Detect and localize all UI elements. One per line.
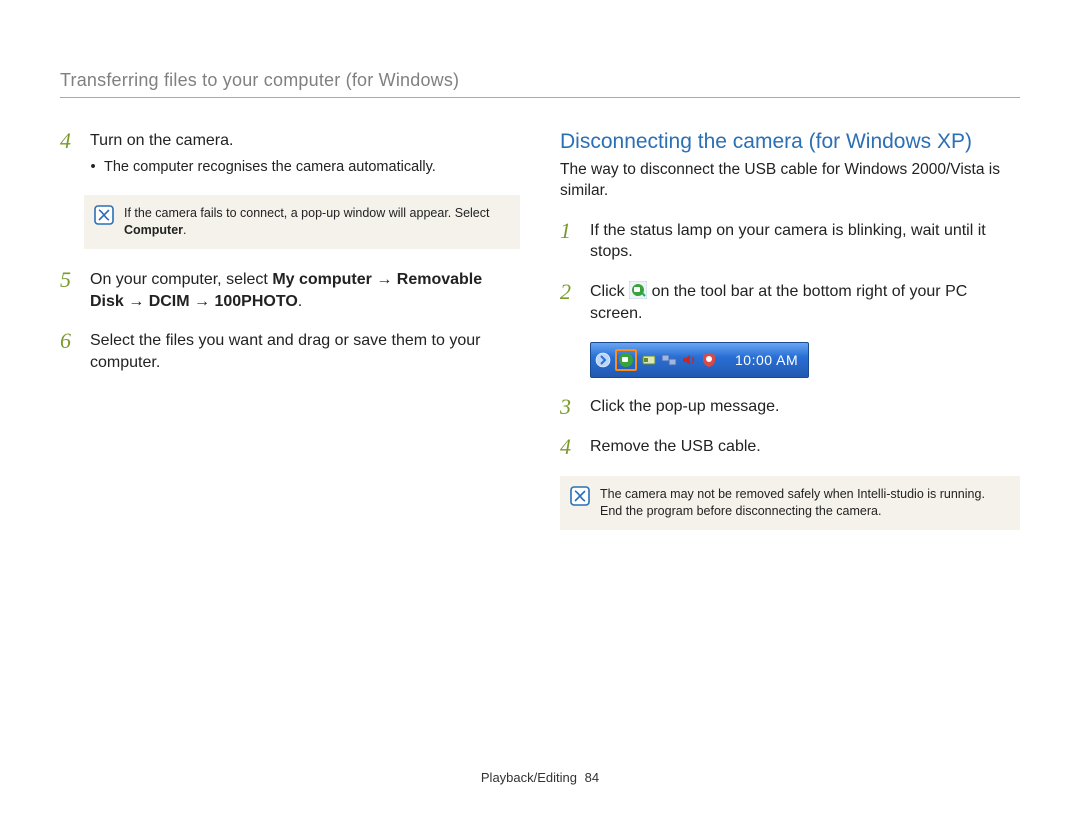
header-rule [60, 97, 1020, 98]
chevron-icon [595, 352, 611, 368]
step-body: If the status lamp on your camera is bli… [590, 220, 1020, 263]
network-tray-icon [661, 352, 677, 368]
taskbar-illustration: 10:00 AM [590, 342, 1020, 378]
step-text: If the status lamp on your camera is bli… [590, 222, 986, 261]
step-number: 5 [60, 269, 78, 312]
step-body: Select the files you want and drag or sa… [90, 330, 520, 373]
bullet-text: The computer recognises the camera autom… [104, 158, 436, 178]
bullet-item: • The computer recognises the camera aut… [90, 158, 436, 178]
step-text: Click the pop-up message. [590, 398, 779, 415]
note-box: The camera may not be removed safely whe… [560, 476, 1020, 530]
volume-tray-icon [681, 352, 697, 368]
note-line: If the camera fails to connect, a pop-up… [124, 206, 489, 220]
step-text: Turn on the camera. [90, 132, 233, 149]
note-icon [570, 486, 590, 506]
step-body: Remove the USB cable. [590, 436, 761, 458]
step-4: 4 Turn on the camera. • The computer rec… [60, 130, 520, 177]
left-column: 4 Turn on the camera. • The computer rec… [60, 130, 520, 550]
step-lead: On your computer, select [90, 271, 272, 288]
step-number: 6 [60, 330, 78, 373]
taskbar-clock: 10:00 AM [735, 352, 798, 368]
step-3: 3 Click the pop-up message. [560, 396, 1020, 418]
step-tail: . [298, 293, 302, 310]
safely-remove-tray-icon [618, 352, 634, 368]
step-tail: on the tool bar at the bottom right of y… [590, 283, 967, 322]
page-footer: Playback/Editing 84 [0, 770, 1080, 785]
step-number: 2 [560, 281, 578, 324]
tray-highlight [615, 349, 637, 371]
note-text: The camera may not be removed safely whe… [600, 486, 1006, 520]
step-body: Click on the tool bar at the bottom righ… [590, 281, 1020, 324]
taskbar: 10:00 AM [590, 342, 809, 378]
step-body: On your computer, select My computer → R… [90, 269, 520, 312]
footer-page-number: 84 [585, 770, 599, 785]
usb-tray-icon [641, 352, 657, 368]
page-header: Transferring files to your computer (for… [60, 70, 1020, 98]
step-text: Remove the USB cable. [590, 438, 761, 455]
step-4-right: 4 Remove the USB cable. [560, 436, 1020, 458]
note-text: If the camera fails to connect, a pop-up… [124, 205, 506, 239]
shield-tray-icon [701, 352, 717, 368]
header-title: Transferring files to your computer (for… [60, 70, 1020, 91]
step-number: 1 [560, 220, 578, 263]
note-box: If the camera fails to connect, a pop-up… [84, 195, 520, 249]
step-1: 1 If the status lamp on your camera is b… [560, 220, 1020, 263]
step-body: Click the pop-up message. [590, 396, 779, 418]
note-tail: . [183, 223, 186, 237]
manual-page: Transferring files to your computer (for… [0, 0, 1080, 815]
bullet-list: • The computer recognises the camera aut… [90, 158, 436, 178]
bullet-dot: • [90, 158, 96, 178]
section-subtext: The way to disconnect the USB cable for … [560, 160, 1020, 202]
step-body: Turn on the camera. • The computer recog… [90, 130, 436, 177]
footer-section: Playback/Editing [481, 770, 577, 785]
step-text: Select the files you want and drag or sa… [90, 332, 480, 371]
note-bold: Computer [124, 223, 183, 237]
step-number: 3 [560, 396, 578, 418]
step-6: 6 Select the files you want and drag or … [60, 330, 520, 373]
note-icon [94, 205, 114, 225]
step-5: 5 On your computer, select My computer →… [60, 269, 520, 312]
step-2: 2 Click on the tool bar at the bottom ri… [560, 281, 1020, 324]
safely-remove-icon [629, 281, 647, 299]
right-column: Disconnecting the camera (for Windows XP… [560, 130, 1020, 550]
step-number: 4 [560, 436, 578, 458]
section-heading: Disconnecting the camera (for Windows XP… [560, 130, 1020, 154]
step-lead: Click [590, 283, 629, 300]
content-columns: 4 Turn on the camera. • The computer rec… [60, 130, 1020, 550]
step-number: 4 [60, 130, 78, 177]
